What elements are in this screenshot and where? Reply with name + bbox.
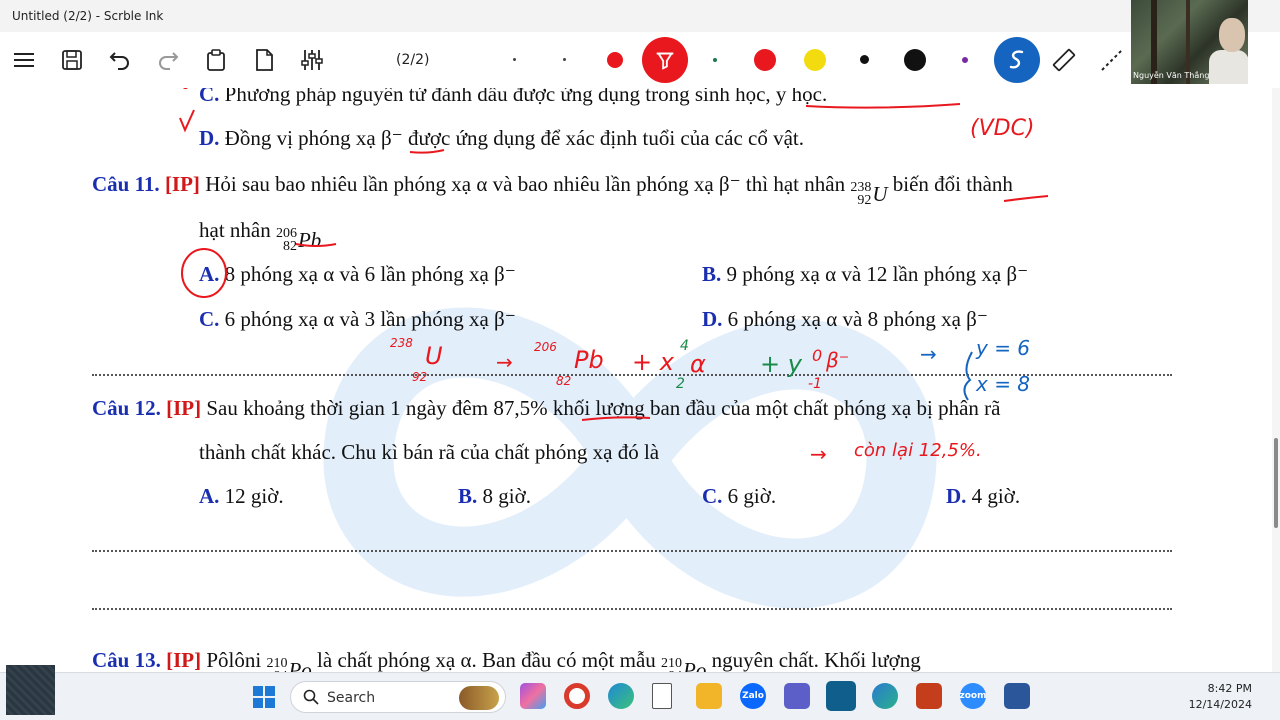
webcam-overlay: Nguyễn Văn Thắng: [1131, 0, 1248, 84]
document-canvas[interactable]: C. Phương pháp nguyên tử đánh dấu được ứ…: [0, 88, 1272, 672]
nuclide-u238: 238 92 U: [850, 180, 888, 208]
toolbar: (2/2): [0, 32, 1280, 88]
ink-alpha-symbol: α: [690, 350, 706, 378]
clock-time: 8:42 PM: [1207, 682, 1252, 695]
q12-stem-line2: thành chất khác. Chu kì bán rã của chất …: [199, 440, 660, 464]
ink-arrow: →: [810, 442, 827, 466]
ink-y-equals: y = 6: [976, 336, 1031, 360]
desktop-preview-thumbnail[interactable]: [6, 665, 55, 715]
highlighter-icon: [656, 52, 674, 70]
q10-option-d: D. Đồng vị phóng xạ β⁻ được ứng dụng để …: [199, 126, 804, 150]
ink-pb-symbol: Pb: [574, 346, 604, 374]
highlighter-button[interactable]: [642, 37, 688, 83]
q12-option-b: B. 8 giờ.: [458, 484, 531, 508]
ink-pb-mass: 206: [534, 340, 557, 354]
pen-red-small[interactable]: [607, 52, 623, 68]
vertical-scrollbar[interactable]: [1272, 88, 1280, 672]
ruler-icon[interactable]: [1048, 44, 1080, 76]
q11-option-c: C. 6 phóng xạ α và 3 lần phóng xạ β⁻: [199, 307, 516, 331]
pen-black[interactable]: [904, 49, 926, 71]
pen-yellow[interactable]: [804, 49, 826, 71]
q11-stem-line2: hạt nhân 206 82 Pb: [199, 218, 322, 254]
new-page-icon[interactable]: [248, 44, 280, 76]
powerpoint-icon[interactable]: [916, 683, 942, 709]
q11-option-b: B. 9 phóng xạ α và 12 lần phóng xạ β⁻: [702, 262, 1029, 286]
webcam-name: Nguyễn Văn Thắng: [1133, 71, 1210, 80]
title-bar: Untitled (2/2) - Scrble Ink: [0, 0, 1280, 32]
edge-icon[interactable]: [608, 683, 634, 709]
ink-arrow: →: [920, 342, 937, 366]
zoom-icon[interactable]: zoom: [960, 683, 987, 709]
nuclide-po210: 21084Po: [266, 656, 312, 673]
q12-option-c: C. 6 giờ.: [702, 484, 777, 508]
ink-alpha-number: 2: [676, 376, 685, 392]
file-explorer-icon[interactable]: [696, 683, 722, 709]
q11-option-a: A. 8 phóng xạ α và 6 lần phóng xạ β⁻: [199, 262, 516, 286]
redo-icon[interactable]: [152, 44, 184, 76]
ink-brace: [963, 351, 973, 401]
search-icon: [303, 689, 319, 705]
nuclide-pb206: 206 82 Pb: [275, 226, 322, 254]
system-clock[interactable]: 8:42 PM 12/14/2024: [1189, 681, 1252, 713]
separator-dotted: [92, 608, 1172, 610]
ink-u-number: 92: [412, 370, 428, 384]
windows-start-icon[interactable]: [252, 685, 276, 709]
ink-beta-symbol: β⁻: [826, 348, 850, 372]
pen-size-tiny[interactable]: [513, 58, 516, 61]
ink-remain-note: còn lại 12,5%.: [854, 440, 982, 461]
teams-icon[interactable]: [784, 683, 810, 709]
search-placeholder: Search: [327, 690, 376, 706]
q13-stem-line1: Câu 13. [IP] Pôlôni 21084Po là chất phón…: [92, 648, 921, 672]
chrome-icon[interactable]: [564, 683, 590, 709]
word-icon[interactable]: [1004, 683, 1030, 709]
edge-dev-icon[interactable]: [872, 683, 898, 709]
active-app-icon[interactable]: [826, 681, 856, 711]
page-counter: (2/2): [396, 52, 430, 68]
laser-pointer-icon[interactable]: [1096, 44, 1128, 76]
q11-stem-line1: Câu 11. [IP] Hỏi sau bao nhiêu lần phóng…: [92, 172, 1013, 208]
ink-underline: [805, 103, 961, 109]
pen-black-small[interactable]: [860, 55, 869, 64]
zalo-icon[interactable]: Zalo: [740, 683, 766, 709]
ink-plus-y: + y: [760, 350, 802, 378]
pen-tool-button[interactable]: [994, 37, 1040, 83]
pen-purple[interactable]: [962, 57, 968, 63]
window-title: Untitled (2/2) - Scrble Ink: [12, 9, 164, 23]
separator-dotted: [92, 550, 1172, 552]
pen-red[interactable]: [754, 49, 776, 71]
pen-green-tiny[interactable]: [713, 58, 717, 62]
clipboard-icon[interactable]: [200, 44, 232, 76]
ink-vdc: (VDC): [970, 116, 1035, 141]
save-icon[interactable]: [56, 44, 88, 76]
scrollbar-thumb[interactable]: [1274, 438, 1278, 528]
ink-u-symbol: U: [425, 342, 443, 370]
nuclide-po210: 21084Po: [661, 656, 707, 673]
q10-option-c: C. Phương pháp nguyên tử đánh dấu được ứ…: [199, 88, 828, 106]
q12-option-d: D. 4 giờ.: [946, 484, 1021, 508]
ink-u-mass: 238: [390, 336, 413, 350]
ink-beta-number: -1: [808, 376, 822, 392]
ink-checkmark: [179, 109, 195, 133]
clock-date: 12/14/2024: [1188, 698, 1252, 711]
ink-plus-x: + x: [632, 348, 674, 376]
pen-squiggle-icon: [1009, 50, 1024, 69]
file-icon[interactable]: [652, 683, 672, 709]
ink-alpha-mass: 4: [680, 338, 689, 354]
ink-arrow: →: [496, 350, 513, 374]
search-highlight-icon: [459, 686, 499, 710]
ink-x-equals: x = 8: [976, 372, 1031, 396]
q12-stem-line1: Câu 12. [IP] Sau khoảng thời gian 1 ngày…: [92, 396, 1001, 420]
pen-size-small[interactable]: [563, 58, 566, 61]
q11-option-d: D. 6 phóng xạ α và 8 phóng xạ β⁻: [702, 307, 988, 331]
ink-pb-number: 82: [556, 374, 572, 388]
ink-beta-mass: 0: [812, 346, 823, 365]
undo-icon[interactable]: [104, 44, 136, 76]
menu-icon[interactable]: [8, 44, 40, 76]
settings-sliders-icon[interactable]: [296, 44, 328, 76]
taskbar: Search Zalo zoom 8:42 PM 12/14/2024: [0, 665, 1280, 720]
q12-option-a: A. 12 giờ.: [199, 484, 284, 508]
taskbar-search-box[interactable]: Search: [290, 681, 506, 713]
copilot-icon[interactable]: [520, 683, 546, 709]
